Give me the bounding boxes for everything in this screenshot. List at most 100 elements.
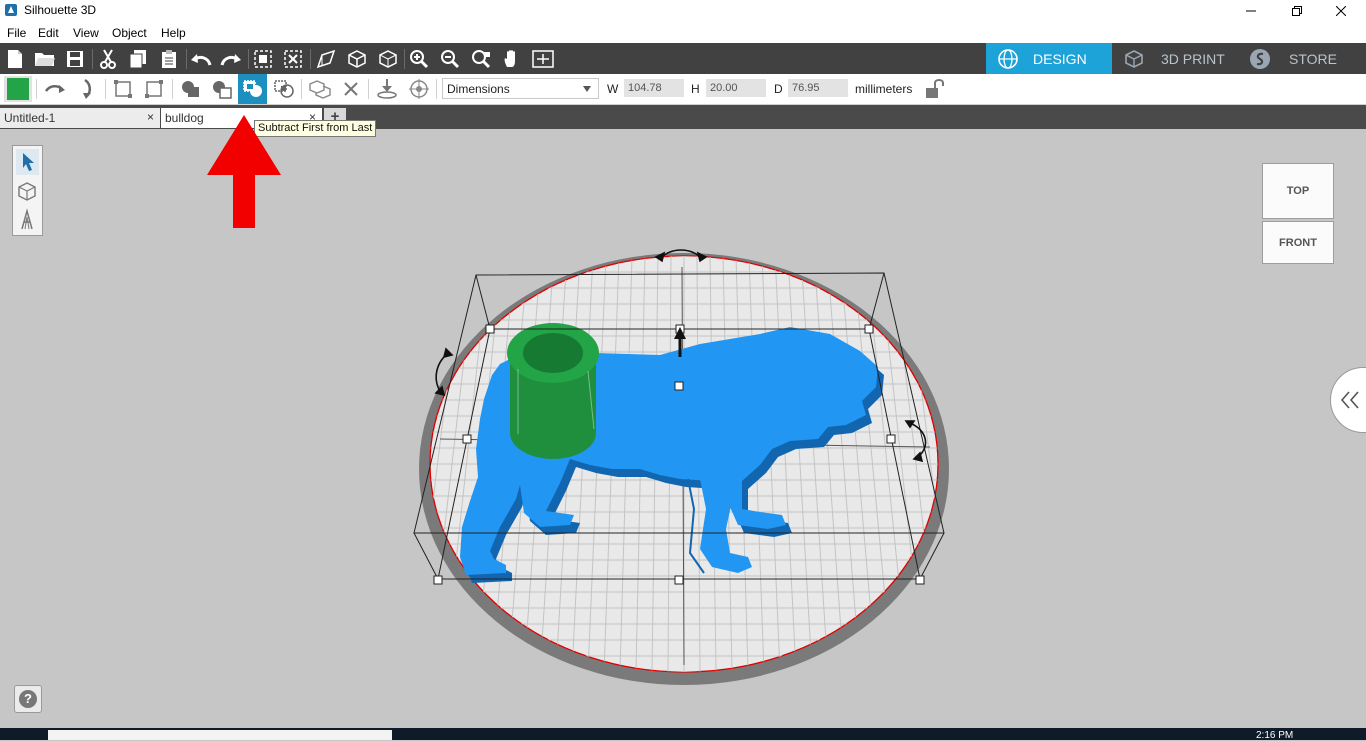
title-bar: Silhouette 3D (0, 0, 1366, 22)
close-tab-untitled-icon[interactable]: × (147, 110, 154, 124)
os-taskbar: 2:16 PM (0, 728, 1366, 741)
taskbar-search-box[interactable] (48, 730, 392, 740)
tab-store[interactable]: STORE (1239, 43, 1366, 74)
menu-bar: File Edit View Object Help (0, 22, 1366, 43)
cylinder-hole (523, 333, 583, 373)
copy-icon[interactable] (126, 47, 150, 71)
paste-icon[interactable] (157, 47, 181, 71)
menu-help[interactable]: Help (161, 26, 186, 40)
undo-icon[interactable] (189, 47, 213, 71)
tab-store-label: STORE (1289, 50, 1337, 67)
menu-object[interactable]: Object (112, 26, 147, 40)
depth-field[interactable]: 76.95 (788, 79, 848, 97)
color-swatch-icon[interactable] (4, 76, 32, 102)
dimensions-select-value: Dimensions (447, 82, 510, 96)
dimensions-select[interactable]: Dimensions (442, 78, 599, 99)
tab-untitled-1-label: Untitled-1 (4, 111, 56, 125)
cube-icon[interactable] (345, 47, 369, 71)
menu-file[interactable]: File (7, 26, 26, 40)
zoom-select-icon[interactable] (469, 47, 493, 71)
cut-icon[interactable] (96, 47, 120, 71)
pan-hand-icon[interactable] (500, 47, 524, 71)
intersect-icon[interactable] (272, 77, 296, 101)
subtract-icon[interactable] (210, 77, 234, 101)
new-file-icon[interactable] (3, 47, 27, 71)
resize-handle[interactable] (915, 575, 925, 585)
center-icon[interactable] (407, 77, 431, 101)
lock-aspect-button[interactable] (923, 78, 947, 100)
app-title: Silhouette 3D (24, 3, 97, 17)
save-icon[interactable] (63, 47, 87, 71)
toolbar-separator (436, 79, 437, 99)
zoom-out-icon[interactable] (438, 47, 462, 71)
units-label: millimeters (855, 82, 913, 96)
app-logo-icon (4, 3, 18, 17)
chevron-down-icon (583, 86, 591, 92)
toolbar-separator (186, 49, 187, 69)
toolbar-separator (105, 79, 106, 99)
height-label: H (691, 82, 700, 96)
toolbar-separator (248, 49, 249, 69)
group-icon[interactable] (251, 47, 275, 71)
align-icon[interactable] (111, 77, 135, 101)
flip-horizontal-icon[interactable] (43, 77, 67, 101)
resize-handle[interactable] (886, 434, 896, 444)
edit-toolbar: Dimensions W 104.78 H 20.00 D 76.95 mill… (0, 74, 1366, 105)
ungroup-icon[interactable] (281, 47, 305, 71)
toolbar-separator (404, 49, 405, 69)
globe-icon (998, 48, 1018, 69)
menu-edit[interactable]: Edit (38, 26, 59, 40)
redo-icon[interactable] (219, 47, 243, 71)
close-window-button[interactable] (1318, 0, 1364, 22)
menu-view[interactable]: View (73, 26, 99, 40)
toolbar-separator (172, 79, 173, 99)
help-button[interactable]: ? (14, 685, 42, 713)
fit-page-icon[interactable] (531, 47, 555, 71)
main-toolbar: DESIGN 3D PRINT STORE (0, 43, 1366, 74)
center-handle[interactable] (674, 381, 684, 391)
printer-3d-icon (1125, 49, 1143, 68)
minimize-button[interactable] (1228, 0, 1274, 22)
width-label: W (607, 82, 619, 96)
tab-untitled-1[interactable]: Untitled-1 (0, 108, 160, 128)
drop-to-floor-icon[interactable] (375, 77, 399, 101)
tab-design-label: DESIGN (1033, 50, 1087, 67)
toolbar-separator (36, 79, 37, 99)
view-cube-top[interactable]: TOP (1262, 163, 1334, 219)
zoom-in-icon[interactable] (407, 47, 431, 71)
depth-label: D (774, 82, 783, 96)
double-chevron-left-icon (1340, 391, 1359, 409)
cube-outline-icon[interactable] (376, 47, 400, 71)
toolbar-separator (92, 49, 93, 69)
resize-handle[interactable] (674, 575, 684, 585)
3d-viewport[interactable] (0, 129, 1366, 728)
duplicate-icon[interactable] (308, 77, 332, 101)
resize-handle[interactable] (864, 324, 874, 334)
delete-icon[interactable] (339, 77, 363, 101)
toolbar-separator (310, 49, 311, 69)
view-cube-front[interactable]: FRONT (1262, 221, 1334, 264)
resize-handle[interactable] (462, 434, 472, 444)
tab-3d-print[interactable]: 3D PRINT (1112, 43, 1239, 74)
tab-bulldog-label: bulldog (165, 111, 204, 125)
store-logo-icon (1250, 48, 1270, 69)
resize-handle[interactable] (485, 324, 495, 334)
width-field[interactable]: 104.78 (624, 79, 684, 97)
taskbar-clock: 2:16 PM (1256, 730, 1294, 741)
resize-handle[interactable] (433, 575, 443, 585)
toolbar-separator (301, 79, 302, 99)
height-field[interactable]: 20.00 (706, 79, 766, 97)
extrude-icon[interactable] (314, 47, 338, 71)
union-icon[interactable] (179, 77, 203, 101)
help-icon: ? (19, 690, 37, 708)
open-folder-icon[interactable] (33, 47, 57, 71)
flip-vertical-icon[interactable] (75, 77, 99, 101)
lock-icon (926, 79, 944, 98)
subtract-first-from-last-button[interactable] (238, 74, 267, 104)
cylinder-bottom (510, 407, 596, 459)
distribute-icon[interactable] (142, 77, 166, 101)
subtract-first-from-last-icon (242, 80, 262, 97)
restore-button[interactable] (1274, 0, 1320, 22)
tab-design[interactable]: DESIGN (986, 43, 1112, 74)
tab-3d-print-label: 3D PRINT (1161, 50, 1225, 67)
